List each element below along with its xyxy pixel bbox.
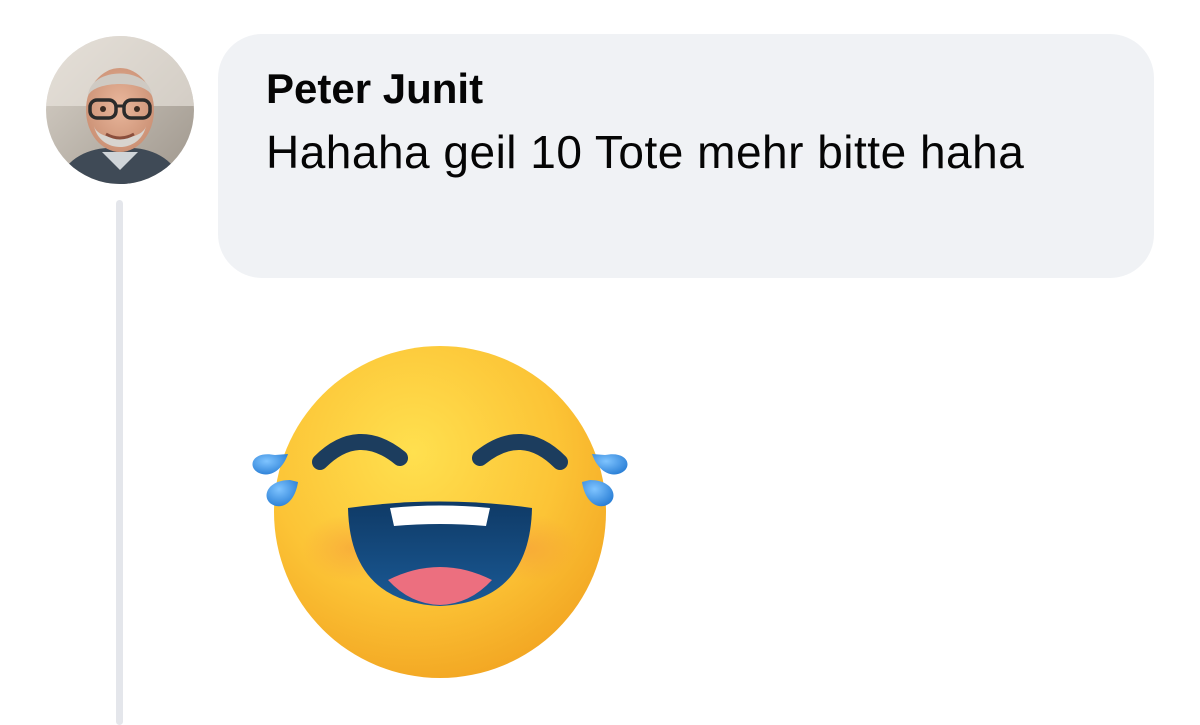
avatar-photo [46,36,194,184]
face-with-tears-of-joy-icon [240,340,640,685]
reply-thread-line [116,200,123,725]
avatar[interactable] [46,36,194,184]
comment-bubble: Peter Junit Hahaha geil 10 Tote mehr bit… [218,34,1154,278]
comment-text: Hahaha geil 10 Tote mehr bitte haha [266,126,1025,178]
comment-author[interactable]: Peter Junit [266,64,483,114]
